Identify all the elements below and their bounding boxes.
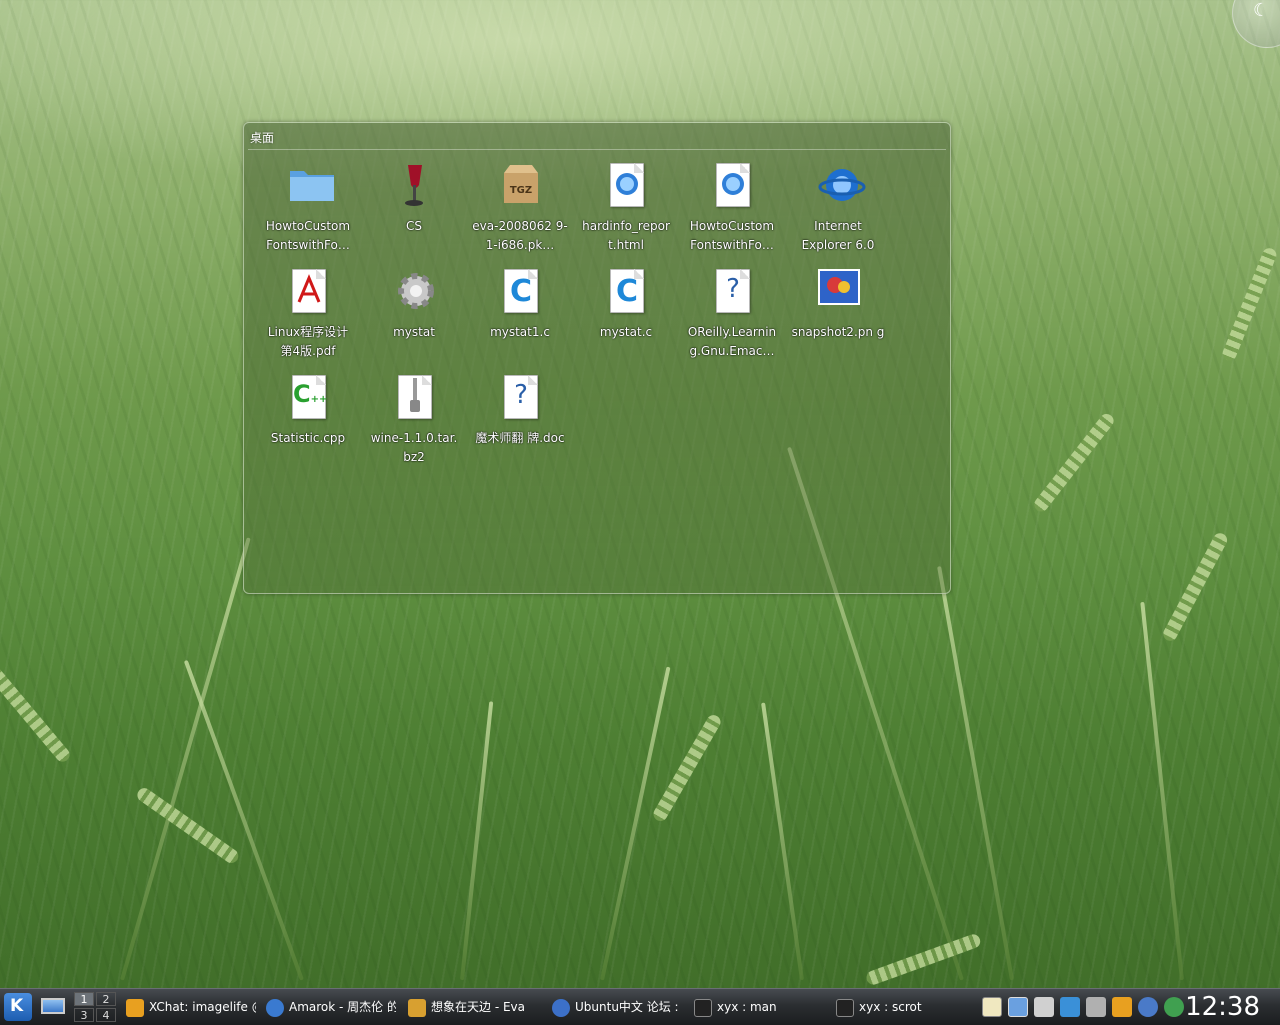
task-browser[interactable]: Ubuntu中文 论坛 :: [552, 995, 682, 1019]
terminal-icon: [836, 998, 854, 1017]
pager-desktop-2[interactable]: 2: [96, 992, 116, 1006]
pager-desktop-3[interactable]: 3: [74, 1008, 94, 1022]
pager-desktop-4[interactable]: 4: [96, 1008, 116, 1022]
internet-explorer-icon: [818, 163, 866, 207]
desktop-icon[interactable]: C mystat.c: [578, 259, 674, 359]
browser-icon: [552, 998, 570, 1017]
cpp-source-icon: C++: [288, 375, 328, 419]
desktop-icon[interactable]: wine-1.1.0.tar. bz2: [366, 365, 462, 465]
terminal-icon: [694, 998, 712, 1017]
network-icon[interactable]: [1060, 997, 1080, 1017]
html-document-icon: [606, 163, 646, 207]
folder-icon: [288, 163, 334, 207]
xchat-tray-icon[interactable]: [1112, 997, 1132, 1017]
taskbar: K 1 2 3 4 XChat: imagelife @ Amarok - 周杰…: [0, 988, 1280, 1025]
pdf-document-icon: [288, 269, 328, 313]
folder-view-divider: [248, 149, 946, 150]
unknown-document-icon: ?: [712, 269, 752, 313]
html-document-icon: [712, 163, 752, 207]
folder-view-widget[interactable]: 桌面 HowtoCustom FontswithFo… CS TGZ eva-2…: [243, 122, 951, 594]
zip-archive-icon: [394, 375, 434, 419]
desktop-icon[interactable]: Internet Explorer 6.0: [790, 153, 886, 253]
pager-desktop-1[interactable]: 1: [74, 992, 94, 1006]
desktop-icon[interactable]: Linux程序设计 第4版.pdf: [260, 259, 356, 359]
virtual-desktop-pager[interactable]: 1 2 3 4: [74, 991, 118, 1023]
task-terminal-man[interactable]: xyx : man: [694, 995, 824, 1019]
svg-text:TGZ: TGZ: [510, 185, 532, 196]
monitor-icon: [41, 998, 65, 1014]
show-desktop-button[interactable]: [38, 993, 68, 1021]
kde-menu-button[interactable]: K: [4, 993, 32, 1021]
chat-tray-icon[interactable]: [1164, 997, 1184, 1017]
desktop-icon[interactable]: ? OReilly.Learnin g.Gnu.Emac…: [684, 259, 780, 359]
clipboard-icon[interactable]: [982, 997, 1002, 1017]
desktop-icon[interactable]: mystat: [366, 259, 462, 359]
clock[interactable]: 12:38: [1185, 990, 1260, 1024]
wine-glass-icon: [394, 163, 434, 207]
c-source-icon: C: [500, 269, 540, 313]
task-eva[interactable]: 想象在天边 - Eva: [408, 995, 538, 1019]
display-icon[interactable]: [1008, 997, 1028, 1017]
printer-icon[interactable]: [1086, 997, 1106, 1017]
task-amarok[interactable]: Amarok - 周杰伦 的: [266, 995, 396, 1019]
kde-logo-icon: K: [10, 996, 24, 1016]
xchat-icon: [126, 998, 144, 1017]
c-source-icon: C: [606, 269, 646, 313]
png-image-icon: [818, 269, 860, 313]
amarok-icon: [266, 998, 284, 1017]
desktop-icon[interactable]: C mystat1.c: [472, 259, 568, 359]
desktop-icon[interactable]: TGZ eva-2008062 9-1-i686.pk…: [472, 153, 568, 253]
desktop-icon[interactable]: HowtoCustom FontswithFo…: [684, 153, 780, 253]
eva-icon: [408, 998, 426, 1017]
unknown-document-icon: ?: [500, 375, 540, 419]
desktop-icon[interactable]: hardinfo_repor t.html: [578, 153, 674, 253]
volume-icon[interactable]: [1034, 997, 1054, 1017]
desktop-icon[interactable]: HowtoCustom FontswithFo…: [260, 153, 356, 253]
moon-icon: ☾: [1253, 0, 1270, 21]
desktop-icon[interactable]: snapshot2.pn g: [790, 259, 886, 359]
desktop-icon[interactable]: C++ Statistic.cpp: [260, 365, 356, 465]
folder-view-title: 桌面: [250, 131, 275, 145]
desktop-icon[interactable]: ? 魔术师翻 牌.doc: [472, 365, 568, 465]
tgz-archive-icon: TGZ: [500, 163, 540, 207]
update-icon[interactable]: [1138, 997, 1158, 1017]
gear-icon: [394, 269, 434, 313]
desktop-icon[interactable]: CS: [366, 153, 462, 253]
task-xchat[interactable]: XChat: imagelife @: [126, 995, 256, 1019]
task-terminal-scrot[interactable]: xyx : scrot: [836, 995, 966, 1019]
